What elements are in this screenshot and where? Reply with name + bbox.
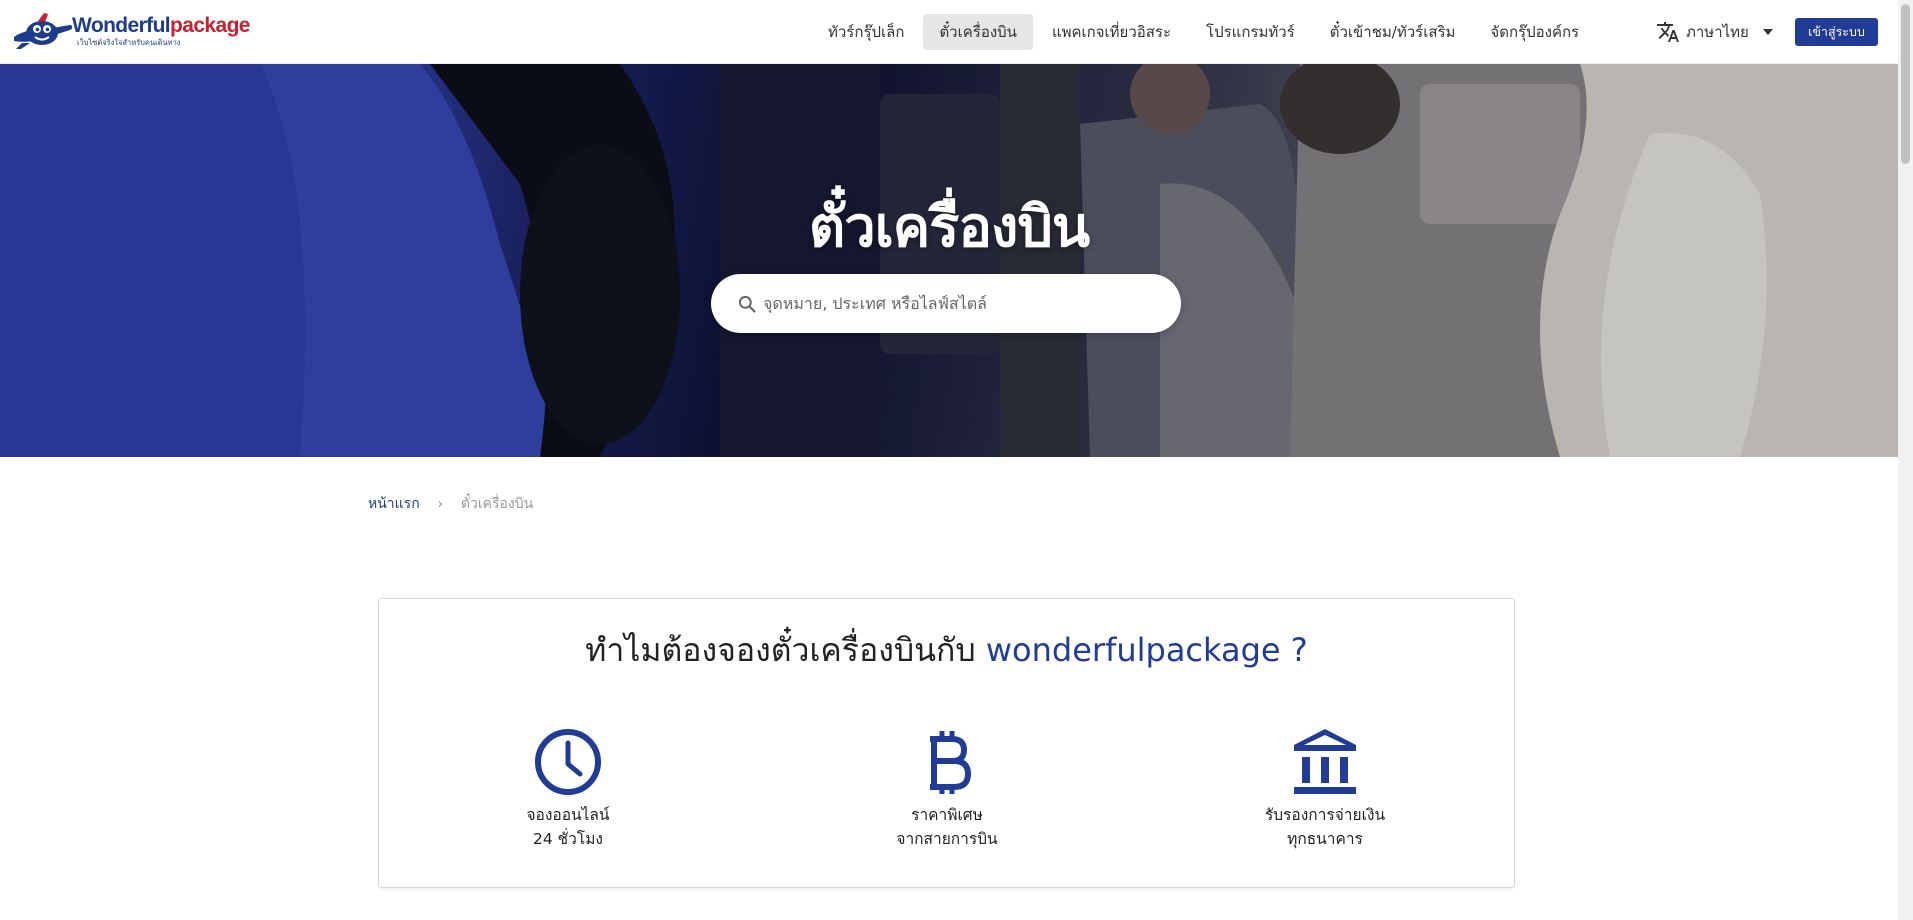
language-selector[interactable]: ภาษาไทย [1656,17,1773,47]
feature-bank-payment: รับรองการจ่ายเงิน ทุกธนาคาร [1215,727,1435,851]
breadcrumb-separator-icon: › [437,496,443,512]
main-nav: ทัวร์กรุ๊ปเล็ก ตั๋วเครื่องบิน แพคเกจเที่… [812,14,1598,50]
login-button[interactable]: เข้าสู่ระบบ [1795,18,1878,46]
feature-subtitle: ทุกธนาคาร [1287,830,1363,848]
feature-subtitle: 24 ชั่วโมง [533,830,603,848]
why-heading-prefix: ทำไมต้องจองตั๋วเครื่องบินกับ [585,631,976,669]
why-heading-brand: wonderfulpackage ? [985,631,1308,669]
scrollbar-thumb[interactable] [1901,4,1910,164]
site-header: Wonderfulpackage เว็บไซต์จริงใจสำหรับคนเ… [0,0,1898,64]
logo-tagline: เว็บไซต์จริงใจสำหรับคนเดินทาง [77,38,181,48]
nav-item-tour-programs[interactable]: โปรแกรมทัวร์ [1190,14,1311,50]
breadcrumb-home-link[interactable]: หน้าแรก [368,493,420,515]
page-title: ตั๋วเครื่องบิน [808,195,1090,260]
feature-title: รับรองการจ่ายเงิน [1264,806,1386,824]
feature-title: ราคาพิเศษ [911,806,983,824]
search-bar[interactable] [711,274,1181,333]
translate-icon [1657,22,1679,42]
feature-subtitle: จากสายการบิน [896,830,998,848]
nav-item-tickets-extra-tours[interactable]: ตั๋วเข้าชม/ทัวร์เสริม [1314,14,1472,50]
logo-wordmark: Wonderfulpackage [72,14,250,38]
bitcoin-icon [930,731,971,794]
airplane-mascot-icon [12,11,74,51]
breadcrumb-current: ตั๋วเครื่องบิน [460,496,534,512]
feature-special-price: ราคาพิเศษ จากสายการบิน [837,727,1057,851]
breadcrumb: หน้าแรก › ตั๋วเครื่องบิน [368,493,533,515]
feature-title: จองออนไลน์ [526,806,610,824]
search-icon [738,295,756,313]
search-input[interactable] [763,294,1163,313]
chevron-down-icon [1762,29,1773,35]
why-heading: ทำไมต้องจองตั๋วเครื่องบินกับ wonderfulpa… [379,625,1514,676]
clock-icon [535,729,601,795]
feature-online-booking: จองออนไลน์ 24 ชั่วโมง [458,727,678,851]
bank-icon [1294,729,1356,794]
nav-item-small-group-tour[interactable]: ทัวร์กรุ๊ปเล็ก [812,14,920,50]
nav-item-flight-tickets[interactable]: ตั๋วเครื่องบิน [923,14,1033,50]
nav-item-corporate-group[interactable]: จัดกรุ๊ปองค์กร [1474,14,1595,50]
hero-banner: ตั๋วเครื่องบิน [0,64,1898,457]
site-logo[interactable]: Wonderfulpackage เว็บไซต์จริงใจสำหรับคนเ… [12,10,250,52]
language-label: ภาษาไทย [1686,23,1749,41]
page-scrollbar[interactable] [1898,0,1913,920]
why-book-card: ทำไมต้องจองตั๋วเครื่องบินกับ wonderfulpa… [378,598,1515,888]
nav-item-free-packages[interactable]: แพคเกจเที่ยวอิสระ [1036,14,1187,50]
